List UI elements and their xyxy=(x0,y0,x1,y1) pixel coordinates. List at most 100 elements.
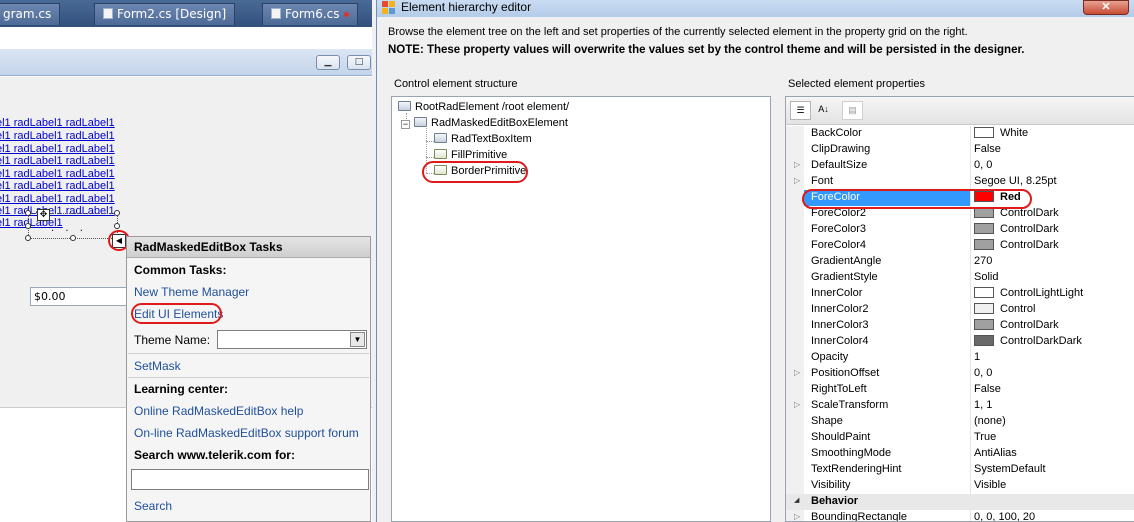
property-value[interactable]: 1 xyxy=(974,351,980,363)
property-value-text: 0, 0 xyxy=(974,367,993,379)
property-row[interactable]: ClipDrawing False xyxy=(786,142,1134,158)
property-value-text: 0, 0 xyxy=(974,159,993,171)
resize-handle[interactable] xyxy=(114,210,120,216)
property-name: ForeColor4 xyxy=(811,239,867,251)
tree-node-rad-text-box-item[interactable]: RadTextBoxItem xyxy=(434,133,532,145)
tree-node-root[interactable]: RootRadElement /root element/ xyxy=(398,101,569,113)
property-row[interactable]: ▷ PositionOffset 0, 0 xyxy=(786,366,1134,382)
rad-label-row[interactable]: el1 radLabel1 radLabel1 xyxy=(0,193,115,205)
resize-handle[interactable] xyxy=(114,223,120,229)
property-row[interactable]: Opacity 1 xyxy=(786,350,1134,366)
property-row[interactable]: GradientAngle 270 xyxy=(786,254,1134,270)
property-row[interactable]: ▷ BoundingRectangle 0, 0, 100, 20 xyxy=(786,510,1134,521)
property-row[interactable]: BackColor White xyxy=(786,126,1134,142)
resize-handle[interactable] xyxy=(25,223,31,229)
property-value[interactable]: 0, 0 xyxy=(974,159,992,171)
property-value[interactable]: 1, 1 xyxy=(974,399,992,411)
categorized-view-icon[interactable]: ☰ xyxy=(790,101,811,120)
property-value-text: Visible xyxy=(974,479,1007,491)
property-row[interactable]: ▷ ScaleTransform 1, 1 xyxy=(786,398,1134,414)
property-value[interactable]: 0, 0 xyxy=(974,367,992,379)
property-row[interactable]: InnerColor4 ControlDarkDark xyxy=(786,334,1134,350)
mask-placeholder: . . . xyxy=(51,223,87,234)
property-value[interactable]: White xyxy=(974,127,1028,139)
property-value[interactable]: Visible xyxy=(974,479,1006,491)
property-row[interactable]: ▷ Font Segoe UI, 8.25pt xyxy=(786,174,1134,190)
rad-label-row[interactable]: el1 radLabel1 radLabel1 xyxy=(0,155,115,167)
property-value[interactable]: False xyxy=(974,143,1001,155)
expand-icon[interactable]: ▷ xyxy=(794,512,800,521)
rad-label-row[interactable]: el1 radLabel1 radLabel1 xyxy=(0,143,115,155)
online-help-link[interactable]: Online RadMaskedEditBox help xyxy=(134,404,303,418)
resize-handle[interactable] xyxy=(70,235,76,241)
property-row[interactable]: Shape (none) xyxy=(786,414,1134,430)
expand-icon[interactable]: ▷ xyxy=(794,160,800,169)
minimize-icon[interactable]: ▁ xyxy=(316,55,340,70)
element-tree[interactable]: RootRadElement /root element/ − RadMaske… xyxy=(391,96,771,522)
property-value[interactable]: Solid xyxy=(974,271,998,283)
tree-node-masked-edit-box-element[interactable]: RadMaskedEditBoxElement xyxy=(414,117,568,129)
property-value[interactable]: SystemDefault xyxy=(974,463,1046,475)
rad-label-row[interactable]: el1 radLabel1 radLabel1 xyxy=(0,117,115,129)
property-value[interactable]: AntiAlias xyxy=(974,447,1017,459)
property-category-row[interactable]: ◢ Behavior xyxy=(786,494,1134,510)
property-value[interactable]: ControlDark xyxy=(974,239,1059,251)
property-row[interactable]: TextRenderingHint SystemDefault xyxy=(786,462,1134,478)
expand-icon[interactable]: ▷ xyxy=(794,176,800,185)
property-value[interactable]: False xyxy=(974,383,1001,395)
property-value[interactable]: ControlLightLight xyxy=(974,287,1083,299)
resize-handle[interactable] xyxy=(25,210,31,216)
property-row[interactable]: InnerColor ControlLightLight xyxy=(786,286,1134,302)
property-name: InnerColor3 xyxy=(811,319,869,331)
rad-label-row[interactable]: el1 radLabel1 radLabel1 xyxy=(0,168,115,180)
property-row[interactable]: GradientStyle Solid xyxy=(786,270,1134,286)
alphabetical-sort-icon[interactable]: A↓ xyxy=(813,101,834,120)
property-row[interactable]: InnerColor2 Control xyxy=(786,302,1134,318)
property-value[interactable]: (none) xyxy=(974,415,1006,427)
property-value[interactable]: ControlDark xyxy=(974,319,1059,331)
property-row[interactable]: ▷ DefaultSize 0, 0 xyxy=(786,158,1134,174)
property-value[interactable]: ControlDarkDark xyxy=(974,335,1082,347)
move-handle-icon[interactable]: ✥ xyxy=(37,209,50,221)
search-link[interactable]: Search xyxy=(134,499,172,513)
property-value-text: True xyxy=(974,431,997,443)
maximize-icon[interactable]: □ xyxy=(347,55,371,70)
category-collapse-icon[interactable]: ◢ xyxy=(794,496,799,504)
property-row[interactable]: RightToLeft False xyxy=(786,382,1134,398)
chevron-down-icon[interactable]: ▼ xyxy=(350,332,365,347)
property-value[interactable]: 270 xyxy=(974,255,992,267)
structure-group-label: Control element structure xyxy=(394,78,518,90)
property-pages-icon[interactable]: ▤ xyxy=(842,101,863,120)
tab-form2-design[interactable]: Form2.cs [Design] xyxy=(94,3,236,25)
property-row-gutter xyxy=(786,286,804,302)
masked-edit-box-selected[interactable]: ✥ . . . xyxy=(25,209,120,241)
collapse-icon[interactable]: − xyxy=(401,120,410,129)
close-icon[interactable]: ✕ xyxy=(1083,0,1129,15)
property-value[interactable]: Segoe UI, 8.25pt xyxy=(974,175,1057,187)
property-grid[interactable]: ☰ A↓ ▤ BackColor White ClipDrawing False ▷ De… xyxy=(785,96,1134,522)
rad-label-row[interactable]: el1 radLabel1 radLabel1 xyxy=(0,130,115,142)
property-value[interactable]: Control xyxy=(974,303,1035,315)
new-theme-manager-link[interactable]: New Theme Manager xyxy=(134,285,249,299)
property-row[interactable]: ForeColor3 ControlDark xyxy=(786,222,1134,238)
expand-icon[interactable]: ▷ xyxy=(794,368,800,377)
property-value[interactable]: 0, 0, 100, 20 xyxy=(974,511,1035,521)
property-row[interactable]: Visibility Visible xyxy=(786,478,1134,494)
expand-icon[interactable]: ▷ xyxy=(794,400,800,409)
property-row[interactable]: SmoothingMode AntiAlias xyxy=(786,446,1134,462)
resize-handle[interactable] xyxy=(25,235,31,241)
property-value[interactable]: ControlDark xyxy=(974,223,1059,235)
tree-node-fill-primitive[interactable]: FillPrimitive xyxy=(434,149,507,161)
search-input[interactable] xyxy=(131,469,369,490)
property-row[interactable]: InnerColor3 ControlDark xyxy=(786,318,1134,334)
tab-form6-cs[interactable]: Form6.cs xyxy=(262,3,358,25)
support-forum-link[interactable]: On-line RadMaskedEditBox support forum xyxy=(134,426,359,440)
property-row[interactable]: ShouldPaint True xyxy=(786,430,1134,446)
currency-textbox[interactable]: $0.00 xyxy=(30,287,128,306)
property-value[interactable]: True xyxy=(974,431,996,443)
property-row[interactable]: ForeColor4 ControlDark xyxy=(786,238,1134,254)
rad-label-row[interactable]: el1 radLabel1 radLabel1 xyxy=(0,180,115,192)
set-mask-link[interactable]: SetMask xyxy=(134,359,181,373)
theme-name-combo[interactable]: ▼ xyxy=(217,330,367,349)
tab-program-cs[interactable]: gram.cs xyxy=(0,3,61,25)
